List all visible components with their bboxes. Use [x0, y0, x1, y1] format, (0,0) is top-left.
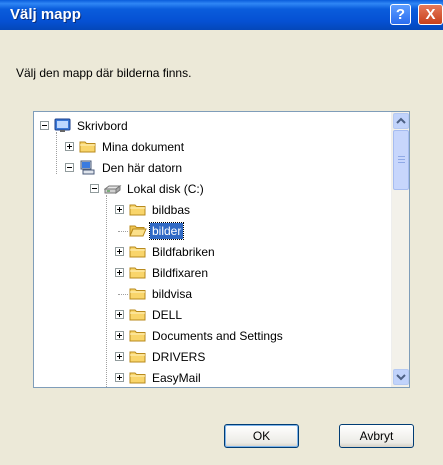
dialog-title: Välj mapp: [10, 6, 81, 23]
collapse-icon[interactable]: [90, 184, 99, 193]
tree-item-label: DRIVERS: [152, 350, 206, 364]
folder-icon: [129, 328, 147, 343]
drive-icon: [103, 181, 122, 196]
folder-icon: [129, 265, 147, 280]
tree-item-label: EasyMail: [152, 371, 201, 385]
expand-icon[interactable]: [115, 247, 124, 256]
folder-icon: [129, 370, 147, 385]
close-icon: X: [425, 6, 436, 23]
tree-item[interactable]: Den här datorn: [34, 158, 389, 178]
vertical-scrollbar[interactable]: [391, 112, 409, 387]
tree-item[interactable]: Skrivbord: [34, 116, 389, 136]
tree-branch-line: [118, 294, 128, 295]
chevron-up-icon: [396, 117, 406, 124]
help-icon: ?: [395, 6, 406, 23]
expand-icon[interactable]: [115, 352, 124, 361]
scroll-thumb[interactable]: [393, 130, 409, 190]
close-button[interactable]: X: [418, 4, 443, 25]
tree-item-label: Documents and Settings: [152, 329, 283, 343]
folder-icon: [129, 244, 147, 259]
tree-item-label: Lokal disk (C:): [127, 182, 204, 196]
tree-item-label: Skrivbord: [77, 119, 128, 133]
cancel-button[interactable]: Avbryt: [339, 424, 414, 448]
folder-tree-panel: Skrivbord Mina dokument Den här datorn Loka…: [33, 111, 410, 388]
help-button[interactable]: ?: [390, 4, 411, 25]
tree-branch-line: [118, 231, 128, 232]
tree-item[interactable]: EasyMail: [34, 368, 389, 387]
scroll-down-button[interactable]: [393, 369, 409, 385]
grip-line: [398, 159, 405, 160]
tree-item[interactable]: bildbas: [34, 200, 389, 220]
instruction-text: Välj den mapp där bilderna finns.: [16, 66, 192, 80]
tree-item-label: bildbas: [152, 203, 191, 217]
tree-item[interactable]: Lokal disk (C:): [34, 179, 389, 199]
tree-item[interactable]: Bildfabriken: [34, 242, 389, 262]
ok-button[interactable]: OK: [224, 424, 299, 448]
collapse-icon[interactable]: [40, 121, 49, 130]
folder-tree[interactable]: Skrivbord Mina dokument Den här datorn Loka…: [34, 112, 391, 387]
folder-icon: [129, 202, 147, 217]
desktop-icon: [54, 118, 72, 133]
expand-icon[interactable]: [115, 268, 124, 277]
tree-item-label: Mina dokument: [102, 140, 185, 154]
title-bar[interactable]: Välj mapp ? X: [0, 0, 443, 30]
collapse-icon[interactable]: [65, 163, 74, 172]
tree-item[interactable]: bildvisa: [34, 284, 389, 304]
tree-item-label: Den här datorn: [102, 161, 183, 175]
tree-item[interactable]: Bildfixaren: [34, 263, 389, 283]
tree-item-label: Bildfabriken: [152, 245, 215, 259]
tree-item-label: bildvisa: [152, 287, 193, 301]
tree-item[interactable]: Documents and Settings: [34, 326, 389, 346]
tree-item-label: Bildfixaren: [152, 266, 209, 280]
folder-icon: [79, 139, 97, 154]
folder-icon: [129, 349, 147, 364]
folder-icon: [129, 307, 147, 322]
expand-icon[interactable]: [65, 142, 74, 151]
expand-icon[interactable]: [115, 205, 124, 214]
folder-icon: [129, 286, 147, 301]
grip-line: [398, 156, 405, 157]
tree-item[interactable]: DELL: [34, 305, 389, 325]
chevron-down-icon: [396, 374, 406, 381]
folder-browser-dialog: Välj mapp ? X Välj den mapp där bilderna…: [0, 0, 443, 465]
expand-icon[interactable]: [115, 373, 124, 382]
expand-icon[interactable]: [115, 310, 124, 319]
scroll-up-button[interactable]: [393, 113, 409, 129]
tree-item-label: DELL: [152, 308, 183, 322]
expand-icon[interactable]: [115, 331, 124, 340]
tree-item[interactable]: Mina dokument: [34, 137, 389, 157]
tree-item[interactable]: DRIVERS: [34, 347, 389, 367]
tree-item[interactable]: bilder: [34, 221, 389, 241]
folder-open-icon: [129, 223, 147, 238]
grip-line: [398, 162, 405, 163]
tree-item-label: bilder: [148, 222, 185, 240]
computer-icon: [79, 160, 97, 175]
